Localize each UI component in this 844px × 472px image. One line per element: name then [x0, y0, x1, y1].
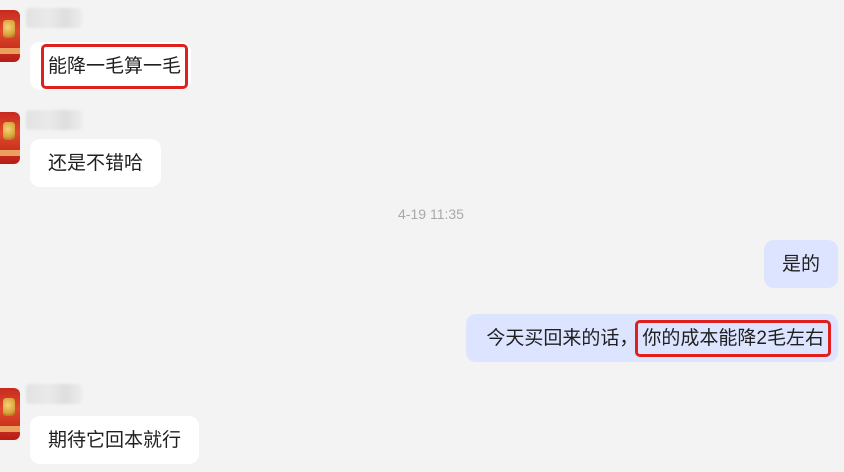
contact-avatar[interactable]: [0, 10, 20, 62]
sender-name-blurred: [26, 110, 82, 130]
message-text-highlighted: 你的成本能降2毛左右: [635, 319, 831, 357]
message-bubble-outgoing[interactable]: 今天买回来的话， 你的成本能降2毛左右: [466, 314, 838, 362]
avatar-image: [3, 20, 15, 38]
chat-window: 能降一毛算一毛 还是不错哈 4-19 11:35 是的 今天买回来的话， 你的成…: [0, 0, 844, 472]
message-bubble[interactable]: 能降一毛算一毛: [30, 42, 192, 90]
message-text: 还是不错哈: [48, 152, 144, 174]
message-text-highlighted: 能降一毛算一毛: [40, 43, 189, 89]
message-bubble[interactable]: 期待它回本就行: [30, 416, 200, 464]
message-timestamp: 4-19 11:35: [398, 206, 464, 222]
message-bubble-outgoing[interactable]: 是的: [763, 240, 838, 288]
avatar-image: [3, 398, 15, 416]
contact-avatar[interactable]: [0, 388, 20, 440]
message-text: 期待它回本就行: [48, 429, 182, 451]
message-text: 是的: [781, 253, 820, 275]
message-text: 今天买回来的话，: [486, 327, 639, 349]
sender-name-blurred: [26, 8, 82, 28]
contact-avatar[interactable]: [0, 112, 20, 164]
avatar-image: [3, 122, 15, 140]
sender-name-blurred: [26, 384, 82, 404]
message-bubble[interactable]: 还是不错哈: [30, 139, 162, 187]
